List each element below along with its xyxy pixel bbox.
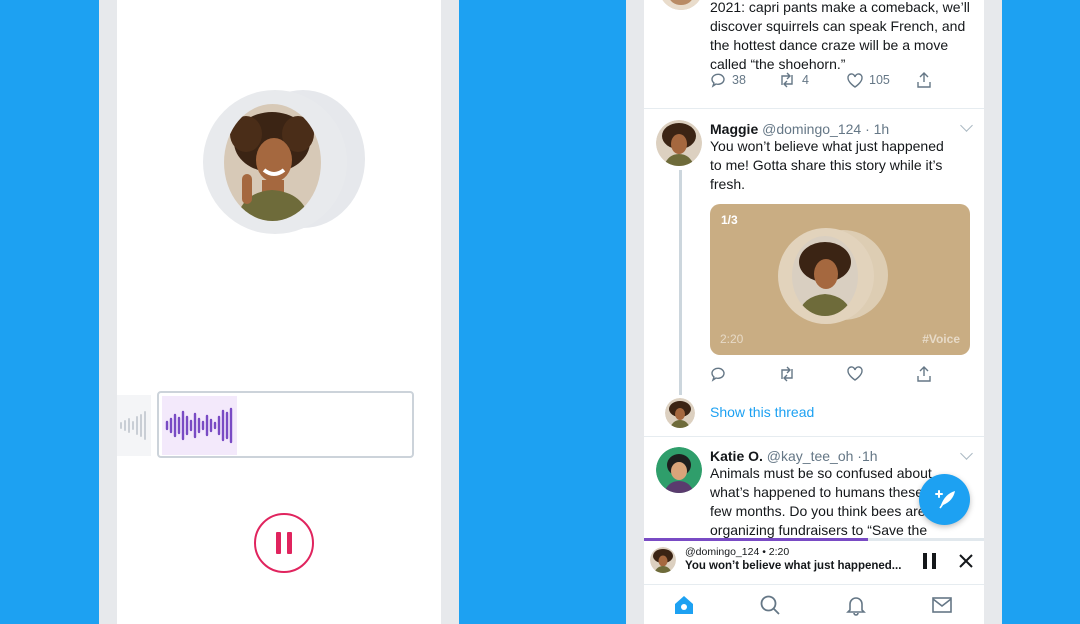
avatar — [650, 547, 676, 573]
tab-bar — [644, 584, 984, 624]
show-thread-link[interactable]: Show this thread — [710, 404, 814, 420]
reply-button[interactable]: 38 — [710, 72, 746, 88]
compose-tweet-button[interactable] — [919, 474, 970, 525]
pause-icon — [276, 532, 281, 554]
reply-icon — [711, 367, 725, 382]
pause-recording-button[interactable] — [254, 513, 314, 573]
right-phone: 2021: capri pants make a comeback, we’ll… — [626, 0, 1002, 624]
card-duration: 2:20 — [720, 332, 744, 346]
mail-icon — [932, 597, 952, 613]
avatar-maggie[interactable] — [656, 120, 702, 166]
player-title: You won’t believe what just happened... — [685, 560, 902, 572]
previous-waveform — [117, 395, 151, 456]
retweet-icon — [781, 366, 793, 381]
tweet-actions — [710, 365, 970, 385]
tweet-text: You won’t believe what just happened to … — [710, 138, 944, 192]
timeline-screen: 2021: capri pants make a comeback, we’ll… — [644, 0, 984, 624]
card-count: 1/3 — [721, 213, 738, 227]
avatar-small[interactable] — [665, 398, 695, 428]
voice-recording-screen — [117, 0, 441, 624]
pause-button[interactable] — [923, 553, 937, 569]
chevron-down-icon[interactable] — [960, 447, 973, 460]
tweet-header: Maggie @domingo_124 · 1h — [710, 121, 890, 137]
tab-messages[interactable] — [931, 594, 953, 616]
thread-line — [679, 170, 682, 395]
compose-icon — [935, 490, 955, 509]
tab-home[interactable] — [673, 594, 695, 616]
share-button[interactable] — [916, 72, 932, 88]
recording-box — [157, 391, 414, 458]
share-icon — [917, 365, 931, 382]
heart-icon — [847, 72, 863, 88]
chevron-down-icon[interactable] — [960, 119, 973, 132]
reply-button[interactable] — [710, 366, 726, 385]
divider — [644, 108, 984, 109]
pause-icon — [923, 553, 927, 569]
progress-bar[interactable] — [644, 538, 984, 541]
tweet-header: Katie O. @kay_tee_oh ·1h — [710, 448, 878, 464]
left-phone — [99, 0, 459, 624]
tweet-text: 2021: capri pants make a comeback, we’ll… — [710, 0, 970, 72]
avatar — [778, 228, 890, 328]
share-button[interactable] — [916, 365, 932, 385]
bell-icon — [846, 597, 866, 616]
share-icon — [917, 72, 931, 88]
audio-player[interactable]: @domingo_124 • 2:20 You won’t believe wh… — [644, 538, 984, 584]
tab-notifications[interactable] — [845, 594, 867, 616]
close-icon — [959, 554, 973, 568]
retweet-button[interactable] — [778, 366, 796, 385]
retweet-icon — [781, 72, 793, 88]
woman-curly-hair-avatar — [224, 104, 321, 221]
tweet-text: Animals must be so confused about what’s… — [710, 465, 932, 538]
voice-tag: #Voice — [922, 332, 960, 346]
home-icon — [675, 596, 693, 614]
retweet-button[interactable]: 4 — [778, 72, 809, 88]
progress-fill — [644, 538, 869, 541]
like-button[interactable]: 105 — [847, 72, 890, 88]
avatar[interactable] — [659, 0, 703, 10]
voice-card[interactable]: 1/3 2:20 #Voice — [710, 204, 970, 355]
search-icon — [760, 595, 780, 615]
avatar-katie[interactable] — [656, 447, 702, 493]
tab-search[interactable] — [759, 594, 781, 616]
heart-icon — [847, 366, 863, 381]
close-button[interactable] — [958, 553, 974, 569]
divider — [644, 436, 984, 437]
reply-icon — [711, 73, 725, 88]
player-meta: @domingo_124 • 2:20 — [685, 546, 790, 558]
like-button[interactable] — [847, 366, 863, 384]
avatar — [203, 90, 368, 240]
recording-waveform — [117, 390, 441, 460]
recorded-audio — [162, 396, 237, 455]
